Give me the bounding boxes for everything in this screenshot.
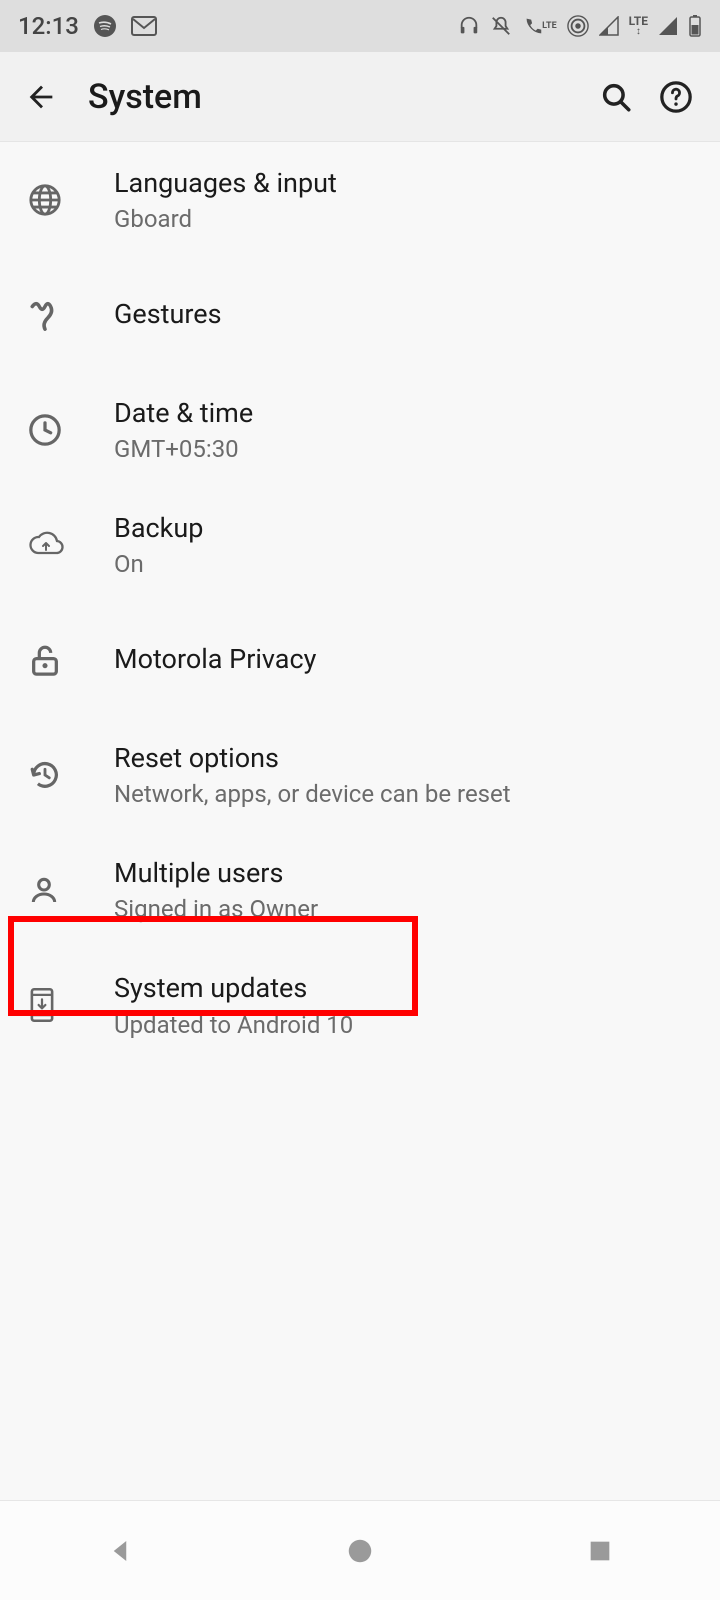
item-multiple-users[interactable]: Multiple users Signed in as Owner xyxy=(0,832,720,947)
dnd-icon xyxy=(490,15,512,37)
item-text: Motorola Privacy xyxy=(114,642,316,677)
spotify-icon xyxy=(93,14,117,38)
item-title: Motorola Privacy xyxy=(114,642,316,677)
search-button[interactable] xyxy=(592,73,640,121)
battery-icon xyxy=(688,15,702,37)
signal-2-icon xyxy=(658,16,678,36)
item-subtitle: Network, apps, or device can be reset xyxy=(114,780,511,808)
item-title: Backup xyxy=(114,511,203,546)
nav-back-button[interactable] xyxy=(60,1521,180,1581)
app-bar: System xyxy=(0,52,720,142)
item-subtitle: Signed in as Owner xyxy=(114,895,318,923)
item-gestures[interactable]: Gestures xyxy=(0,257,720,372)
item-text: Multiple users Signed in as Owner xyxy=(114,856,318,923)
privacy-lock-icon xyxy=(28,643,88,677)
headphones-icon xyxy=(458,15,480,37)
lte-label-small: LTE xyxy=(542,21,557,31)
item-subtitle: GMT+05:30 xyxy=(114,435,253,463)
search-icon xyxy=(599,80,633,114)
signal-1-icon xyxy=(599,16,619,36)
gmail-icon xyxy=(131,16,157,36)
globe-icon xyxy=(28,183,88,217)
nav-back-icon xyxy=(105,1536,135,1566)
item-title: Reset options xyxy=(114,741,511,776)
item-subtitle: On xyxy=(114,550,203,578)
status-time: 12:13 xyxy=(18,12,79,40)
back-button[interactable] xyxy=(20,76,62,118)
item-title: Multiple users xyxy=(114,856,318,891)
item-title: Gestures xyxy=(114,297,222,332)
item-text: System updates Updated to Android 10 xyxy=(114,971,353,1038)
item-system-updates[interactable]: System updates Updated to Android 10 xyxy=(0,947,720,1062)
clock-icon xyxy=(28,413,88,447)
navigation-bar xyxy=(0,1500,720,1600)
item-motorola-privacy[interactable]: Motorola Privacy xyxy=(0,602,720,717)
item-text: Backup On xyxy=(114,511,203,578)
nav-recent-icon xyxy=(586,1537,614,1565)
item-text: Gestures xyxy=(114,297,222,332)
item-reset-options[interactable]: Reset options Network, apps, or device c… xyxy=(0,717,720,832)
gesture-icon xyxy=(28,298,88,332)
settings-list[interactable]: Languages & input Gboard Gestures Date &… xyxy=(0,142,720,1500)
wifi-calling-icon: LTE xyxy=(522,15,557,37)
help-icon xyxy=(659,80,693,114)
item-subtitle: Gboard xyxy=(114,205,337,233)
item-title: System updates xyxy=(114,971,353,1006)
item-text: Languages & input Gboard xyxy=(114,166,337,233)
item-date-time[interactable]: Date & time GMT+05:30 xyxy=(0,372,720,487)
system-update-icon xyxy=(28,987,88,1023)
item-text: Reset options Network, apps, or device c… xyxy=(114,741,511,808)
restore-icon xyxy=(28,758,88,792)
item-title: Date & time xyxy=(114,396,253,431)
help-button[interactable] xyxy=(652,73,700,121)
status-bar: 12:13 LTE LTE ↕ xyxy=(0,0,720,52)
nav-home-icon xyxy=(345,1536,375,1566)
status-left: 12:13 xyxy=(18,12,157,40)
page-title: System xyxy=(88,77,580,117)
nav-home-button[interactable] xyxy=(300,1521,420,1581)
hotspot-icon xyxy=(567,15,589,37)
status-right: LTE LTE ↕ xyxy=(458,15,702,37)
nav-recent-button[interactable] xyxy=(540,1521,660,1581)
cloud-upload-icon xyxy=(28,531,88,559)
lte-label: LTE ↕ xyxy=(629,15,648,37)
item-title: Languages & input xyxy=(114,166,337,201)
arrow-back-icon xyxy=(24,80,58,114)
item-languages-input[interactable]: Languages & input Gboard xyxy=(0,142,720,257)
item-backup[interactable]: Backup On xyxy=(0,487,720,602)
item-subtitle: Updated to Android 10 xyxy=(114,1011,353,1039)
person-icon xyxy=(28,874,88,906)
item-text: Date & time GMT+05:30 xyxy=(114,396,253,463)
